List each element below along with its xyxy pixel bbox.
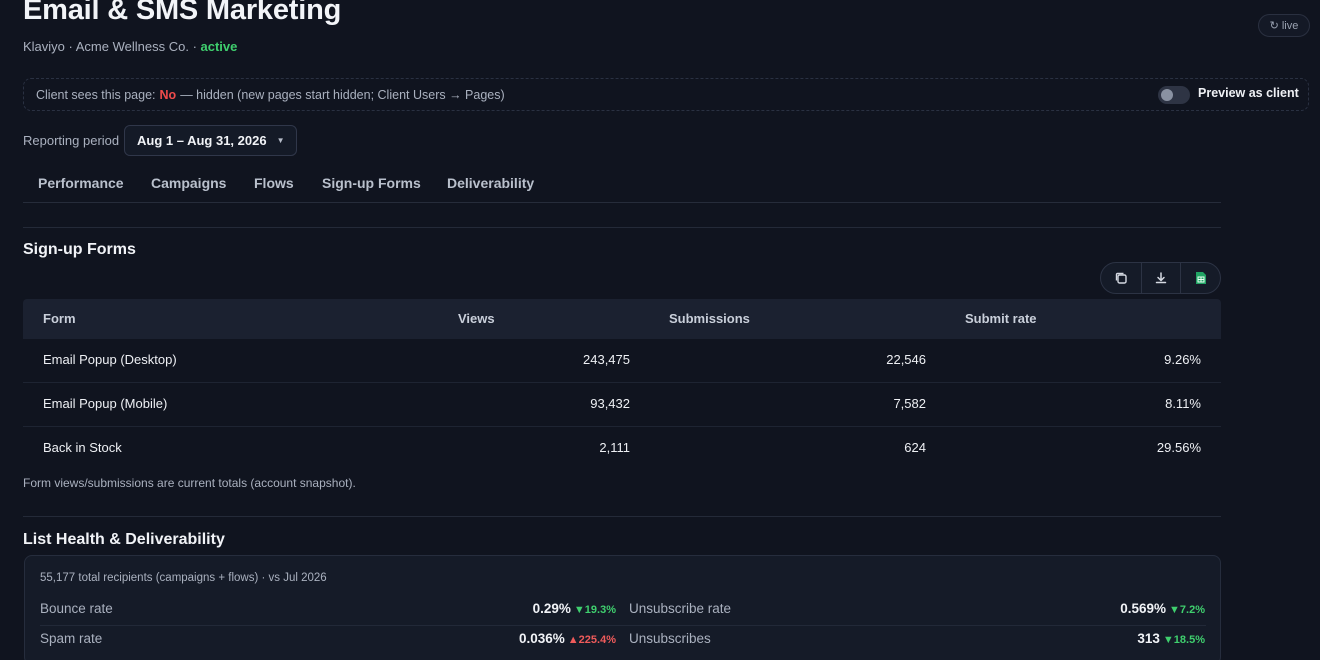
metric-label-unsubscribe-rate: Unsubscribe rate xyxy=(629,601,732,616)
spreadsheet-icon xyxy=(1195,272,1206,284)
metric-value: 313 xyxy=(1137,631,1160,646)
views-value: 243,475 xyxy=(583,352,630,367)
views-value: 93,432 xyxy=(590,396,630,411)
views-value: 2,111 xyxy=(599,440,630,455)
metric-label-spam-rate: Spam rate xyxy=(40,631,103,646)
tab-campaigns[interactable]: Campaigns xyxy=(151,175,226,191)
submit-rate-value: 8.11% xyxy=(1165,396,1201,411)
platform-name: Klaviyo xyxy=(23,39,65,54)
preview-label: Preview as client xyxy=(1198,86,1299,100)
list-health-note: 55,177 total recipients (campaigns + flo… xyxy=(40,572,327,584)
column-header-submit-rate: Submit rate xyxy=(965,311,1037,326)
submit-rate-value: 9.26% xyxy=(1164,352,1201,367)
section-divider xyxy=(23,227,1221,228)
column-header-form: Form xyxy=(43,311,76,326)
tab-performance[interactable]: Performance xyxy=(38,175,124,191)
tab-flows[interactable]: Flows xyxy=(254,175,294,191)
submissions-value: 624 xyxy=(904,440,926,455)
metric-divider xyxy=(40,625,1206,626)
live-badge[interactable]: ↻ live xyxy=(1258,14,1310,37)
sheets-export-button[interactable] xyxy=(1180,263,1220,293)
list-health-title: List Health & Deliverability xyxy=(23,531,225,548)
metric-value: 0.036% xyxy=(519,631,565,646)
metric-value-spam-rate: 0.036% ▲225.4% xyxy=(519,631,616,646)
export-actions xyxy=(1100,262,1221,294)
metric-delta: ▼18.5% xyxy=(1162,634,1205,646)
visibility-banner: Client sees this page: No — hidden (new … xyxy=(23,78,1309,111)
table-header: Form Views Submissions Submit rate xyxy=(23,299,1221,339)
metric-value: 0.29% xyxy=(532,601,571,616)
refresh-icon: ↻ xyxy=(1269,20,1279,32)
visibility-prefix: Client sees this page: xyxy=(36,87,156,102)
page-title: Email & SMS Marketing xyxy=(23,0,342,26)
column-header-submissions: Submissions xyxy=(669,311,750,326)
reporting-period-value: Aug 1 – Aug 31, 2026 xyxy=(137,133,267,148)
reporting-period-label: Reporting period xyxy=(23,133,120,148)
table-row: Email Popup (Desktop) 243,475 22,546 9.2… xyxy=(23,339,1221,383)
tab-bar: Performance Campaigns Flows Sign-up Form… xyxy=(23,166,1221,203)
table-row: Back in Stock 2,111 624 29.56% xyxy=(23,427,1221,471)
signup-forms-footnote: Form views/submissions are current total… xyxy=(23,476,356,490)
tab-signup-forms[interactable]: Sign-up Forms xyxy=(322,175,421,191)
preview-toggle[interactable] xyxy=(1158,86,1190,104)
metric-delta: ▼7.2% xyxy=(1169,604,1205,616)
metric-delta: ▲225.4% xyxy=(567,634,616,646)
form-name: Email Popup (Desktop) xyxy=(43,352,177,367)
list-health-card: 55,177 total recipients (campaigns + flo… xyxy=(24,555,1221,660)
section-divider xyxy=(23,516,1221,517)
copy-button[interactable] xyxy=(1101,263,1141,293)
visibility-value: No xyxy=(159,87,177,102)
signup-forms-table: Form Views Submissions Submit rate Email… xyxy=(23,299,1221,471)
submissions-value: 22,546 xyxy=(886,352,926,367)
client-name: Acme Wellness Co. xyxy=(75,39,189,54)
download-icon xyxy=(1155,272,1167,284)
tab-deliverability[interactable]: Deliverability xyxy=(447,175,534,191)
metric-label-bounce-rate: Bounce rate xyxy=(40,601,113,616)
download-button[interactable] xyxy=(1140,263,1181,293)
page-subtitle: Klaviyo · Acme Wellness Co. · active xyxy=(23,39,238,54)
form-name: Email Popup (Mobile) xyxy=(43,396,168,411)
reporting-period-select[interactable]: Aug 1 – Aug 31, 2026 ▼ xyxy=(124,125,297,156)
visibility-suffix: — hidden (new pages start hidden; Client… xyxy=(180,87,505,102)
metric-value-unsubscribes: 313 ▼18.5% xyxy=(1137,631,1205,646)
metric-delta: ▼19.3% xyxy=(573,604,616,616)
live-label: live xyxy=(1281,19,1299,32)
chevron-down-icon: ▼ xyxy=(276,136,285,145)
copy-icon xyxy=(1115,272,1127,284)
metric-label-unsubscribes: Unsubscribes xyxy=(629,631,711,646)
column-header-views: Views xyxy=(458,311,495,326)
submit-rate-value: 29.56% xyxy=(1156,440,1201,455)
form-name: Back in Stock xyxy=(43,440,122,455)
metric-value-unsubscribe-rate: 0.569% ▼7.2% xyxy=(1120,601,1205,616)
status-label: active xyxy=(200,39,238,54)
signup-forms-title: Sign-up Forms xyxy=(23,241,136,258)
submissions-value: 7,582 xyxy=(893,396,926,411)
table-row: Email Popup (Mobile) 93,432 7,582 8.11% xyxy=(23,383,1221,427)
metric-value: 0.569% xyxy=(1120,601,1167,616)
metric-value-bounce-rate: 0.29% ▼19.3% xyxy=(533,601,616,616)
toggle-knob xyxy=(1161,89,1173,101)
